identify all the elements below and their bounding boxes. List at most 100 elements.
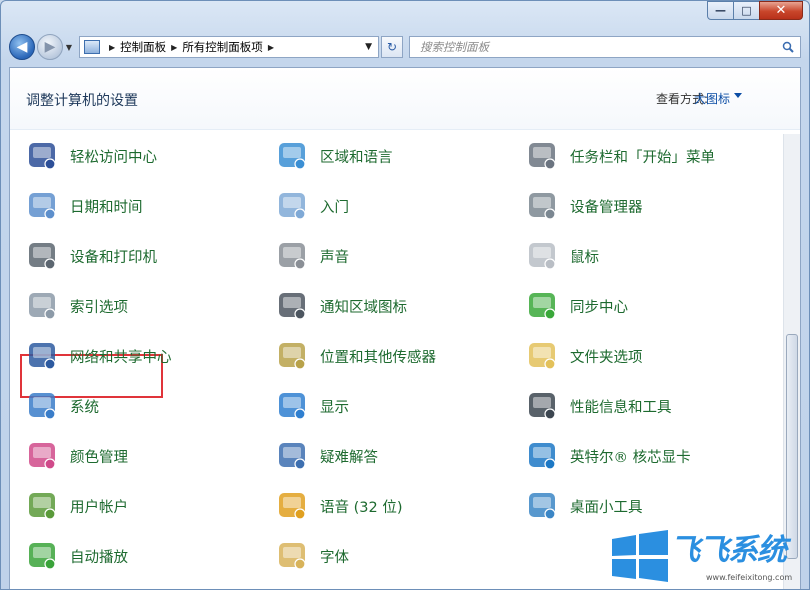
control-panel-item[interactable]: 用户帐户 [26, 484, 128, 528]
control-panel-item[interactable]: 性能信息和工具 [526, 384, 672, 428]
control-panel-item[interactable]: 设备和打印机 [26, 234, 157, 278]
control-panel-item-label: 英特尔® 核芯显卡 [570, 449, 691, 466]
content-pane: 调整计算机的设置 查看方式: 大图标 轻松访问中心 区域和语言 任务栏和「开始」菜单… [9, 67, 801, 589]
control-panel-item[interactable]: 轻松访问中心 [26, 134, 157, 178]
control-panel-item-label: 设备管理器 [570, 199, 643, 216]
minimize-button[interactable]: — [707, 1, 734, 20]
navigation-bar: ◀ ▶ ▼ ▶ 控制面板 ▶ 所有控制面板项 ▶ ▼ ↻ 搜索控制面板 [9, 33, 801, 61]
forward-button[interactable]: ▶ [37, 34, 63, 60]
folder-options-icon [526, 339, 560, 373]
control-panel-item[interactable]: 入门 [276, 184, 349, 228]
search-input[interactable]: 搜索控制面板 [409, 36, 801, 58]
back-arrow-icon: ◀ [16, 39, 28, 55]
control-panel-item[interactable]: 显示 [276, 384, 349, 428]
view-by-dropdown[interactable]: 大图标 [694, 90, 730, 107]
control-panel-item-label: 显示 [320, 399, 349, 416]
performance-icon [526, 389, 560, 423]
gadgets-icon [526, 489, 560, 523]
control-panel-item-label: 索引选项 [70, 299, 128, 316]
search-icon[interactable] [782, 41, 794, 53]
windows-logo-icon [612, 530, 668, 582]
color-management-icon [26, 439, 60, 473]
control-panel-item-label: 设备和打印机 [70, 249, 157, 266]
forward-arrow-icon: ▶ [44, 39, 56, 55]
system-icon [26, 389, 60, 423]
close-icon: ✕ [775, 3, 787, 18]
control-panel-item-label: 通知区域图标 [320, 299, 407, 316]
breadcrumb-all-items[interactable]: 所有控制面板项 [182, 39, 263, 55]
control-panel-item-label: 区域和语言 [320, 149, 393, 166]
autoplay-icon [26, 539, 60, 573]
control-panel-item[interactable]: 设备管理器 [526, 184, 643, 228]
control-panel-item[interactable]: 同步中心 [526, 284, 628, 328]
refresh-icon: ↻ [386, 40, 398, 54]
close-button[interactable]: ✕ [759, 1, 803, 20]
control-panel-item-label: 系统 [70, 399, 99, 416]
taskbar-icon [526, 139, 560, 173]
globe-clock-icon [276, 139, 310, 173]
control-panel-item-label: 入门 [320, 199, 349, 216]
user-accounts-icon [26, 489, 60, 523]
control-panel-item[interactable]: 英特尔® 核芯显卡 [526, 434, 691, 478]
printer-icon [26, 239, 60, 273]
search-placeholder: 搜索控制面板 [420, 40, 489, 54]
speech-icon [276, 489, 310, 523]
breadcrumb-separator[interactable]: ▶ [268, 43, 274, 52]
view-by-arrow-icon[interactable] [734, 93, 742, 98]
control-panel-item-label: 位置和其他传感器 [320, 349, 436, 366]
back-button[interactable]: ◀ [9, 34, 35, 60]
watermark: 飞飞系统 www.feifeixitong.com [598, 521, 798, 587]
control-panel-icon [84, 40, 100, 54]
control-panel-item-label: 网络和共享中心 [70, 349, 172, 366]
recent-pages-dropdown[interactable]: ▼ [64, 43, 74, 52]
device-manager-icon [526, 189, 560, 223]
address-bar[interactable]: ▶ 控制面板 ▶ 所有控制面板项 ▶ ▼ [79, 36, 379, 58]
control-panel-item[interactable]: 区域和语言 [276, 134, 393, 178]
address-dropdown-icon[interactable]: ▼ [365, 42, 372, 52]
control-panel-item[interactable]: 颜色管理 [26, 434, 128, 478]
control-panel-item-label: 用户帐户 [70, 499, 128, 516]
control-panel-item-label: 声音 [320, 249, 349, 266]
control-panel-item[interactable]: 网络和共享中心 [26, 334, 172, 378]
sensor-icon [276, 339, 310, 373]
control-panel-item[interactable]: 任务栏和「开始」菜单 [526, 134, 715, 178]
breadcrumb-separator[interactable]: ▶ [109, 43, 115, 52]
magnifier-icon [26, 289, 60, 323]
minimize-icon: — [715, 4, 726, 17]
sync-icon [526, 289, 560, 323]
maximize-button[interactable]: □ [733, 1, 760, 20]
control-panel-item[interactable]: 字体 [276, 534, 349, 578]
maximize-icon: □ [741, 4, 752, 17]
control-panel-item-label: 语音 (32 位) [320, 499, 403, 516]
control-panel-item-label: 颜色管理 [70, 449, 128, 466]
control-panel-item-label: 文件夹选项 [570, 349, 643, 366]
breadcrumb-separator[interactable]: ▶ [171, 43, 177, 52]
calendar-icon [26, 189, 60, 223]
control-panel-item-label: 自动播放 [70, 549, 128, 566]
control-panel-item[interactable]: 系统 [26, 384, 99, 428]
mouse-icon [526, 239, 560, 273]
breadcrumb: ▶ 控制面板 ▶ 所有控制面板项 ▶ [104, 39, 279, 55]
content-header: 调整计算机的设置 查看方式: 大图标 [10, 68, 800, 130]
control-panel-item[interactable]: 自动播放 [26, 534, 128, 578]
control-panel-item[interactable]: 鼠标 [526, 234, 599, 278]
control-panel-item-label: 同步中心 [570, 299, 628, 316]
speaker-icon [276, 239, 310, 273]
control-panel-item[interactable]: 位置和其他传感器 [276, 334, 436, 378]
control-panel-item[interactable]: 通知区域图标 [276, 284, 407, 328]
control-panel-item[interactable]: 声音 [276, 234, 349, 278]
refresh-button[interactable]: ↻ [381, 36, 403, 58]
watermark-name: 飞飞系统 [670, 533, 787, 568]
display-icon [276, 389, 310, 423]
control-panel-item-label: 字体 [320, 549, 349, 566]
control-panel-item[interactable]: 日期和时间 [26, 184, 143, 228]
control-panel-item[interactable]: 语音 (32 位) [276, 484, 402, 528]
control-panel-item[interactable]: 文件夹选项 [526, 334, 643, 378]
page-title: 调整计算机的设置 [26, 93, 138, 109]
breadcrumb-control-panel[interactable]: 控制面板 [120, 39, 166, 55]
caption-buttons: — □ ✕ [707, 1, 803, 20]
control-panel-item[interactable]: 疑难解答 [276, 434, 378, 478]
control-panel-item[interactable]: 索引选项 [26, 284, 128, 328]
control-panel-item-label: 任务栏和「开始」菜单 [570, 149, 715, 166]
intel-graphics-icon [526, 439, 560, 473]
